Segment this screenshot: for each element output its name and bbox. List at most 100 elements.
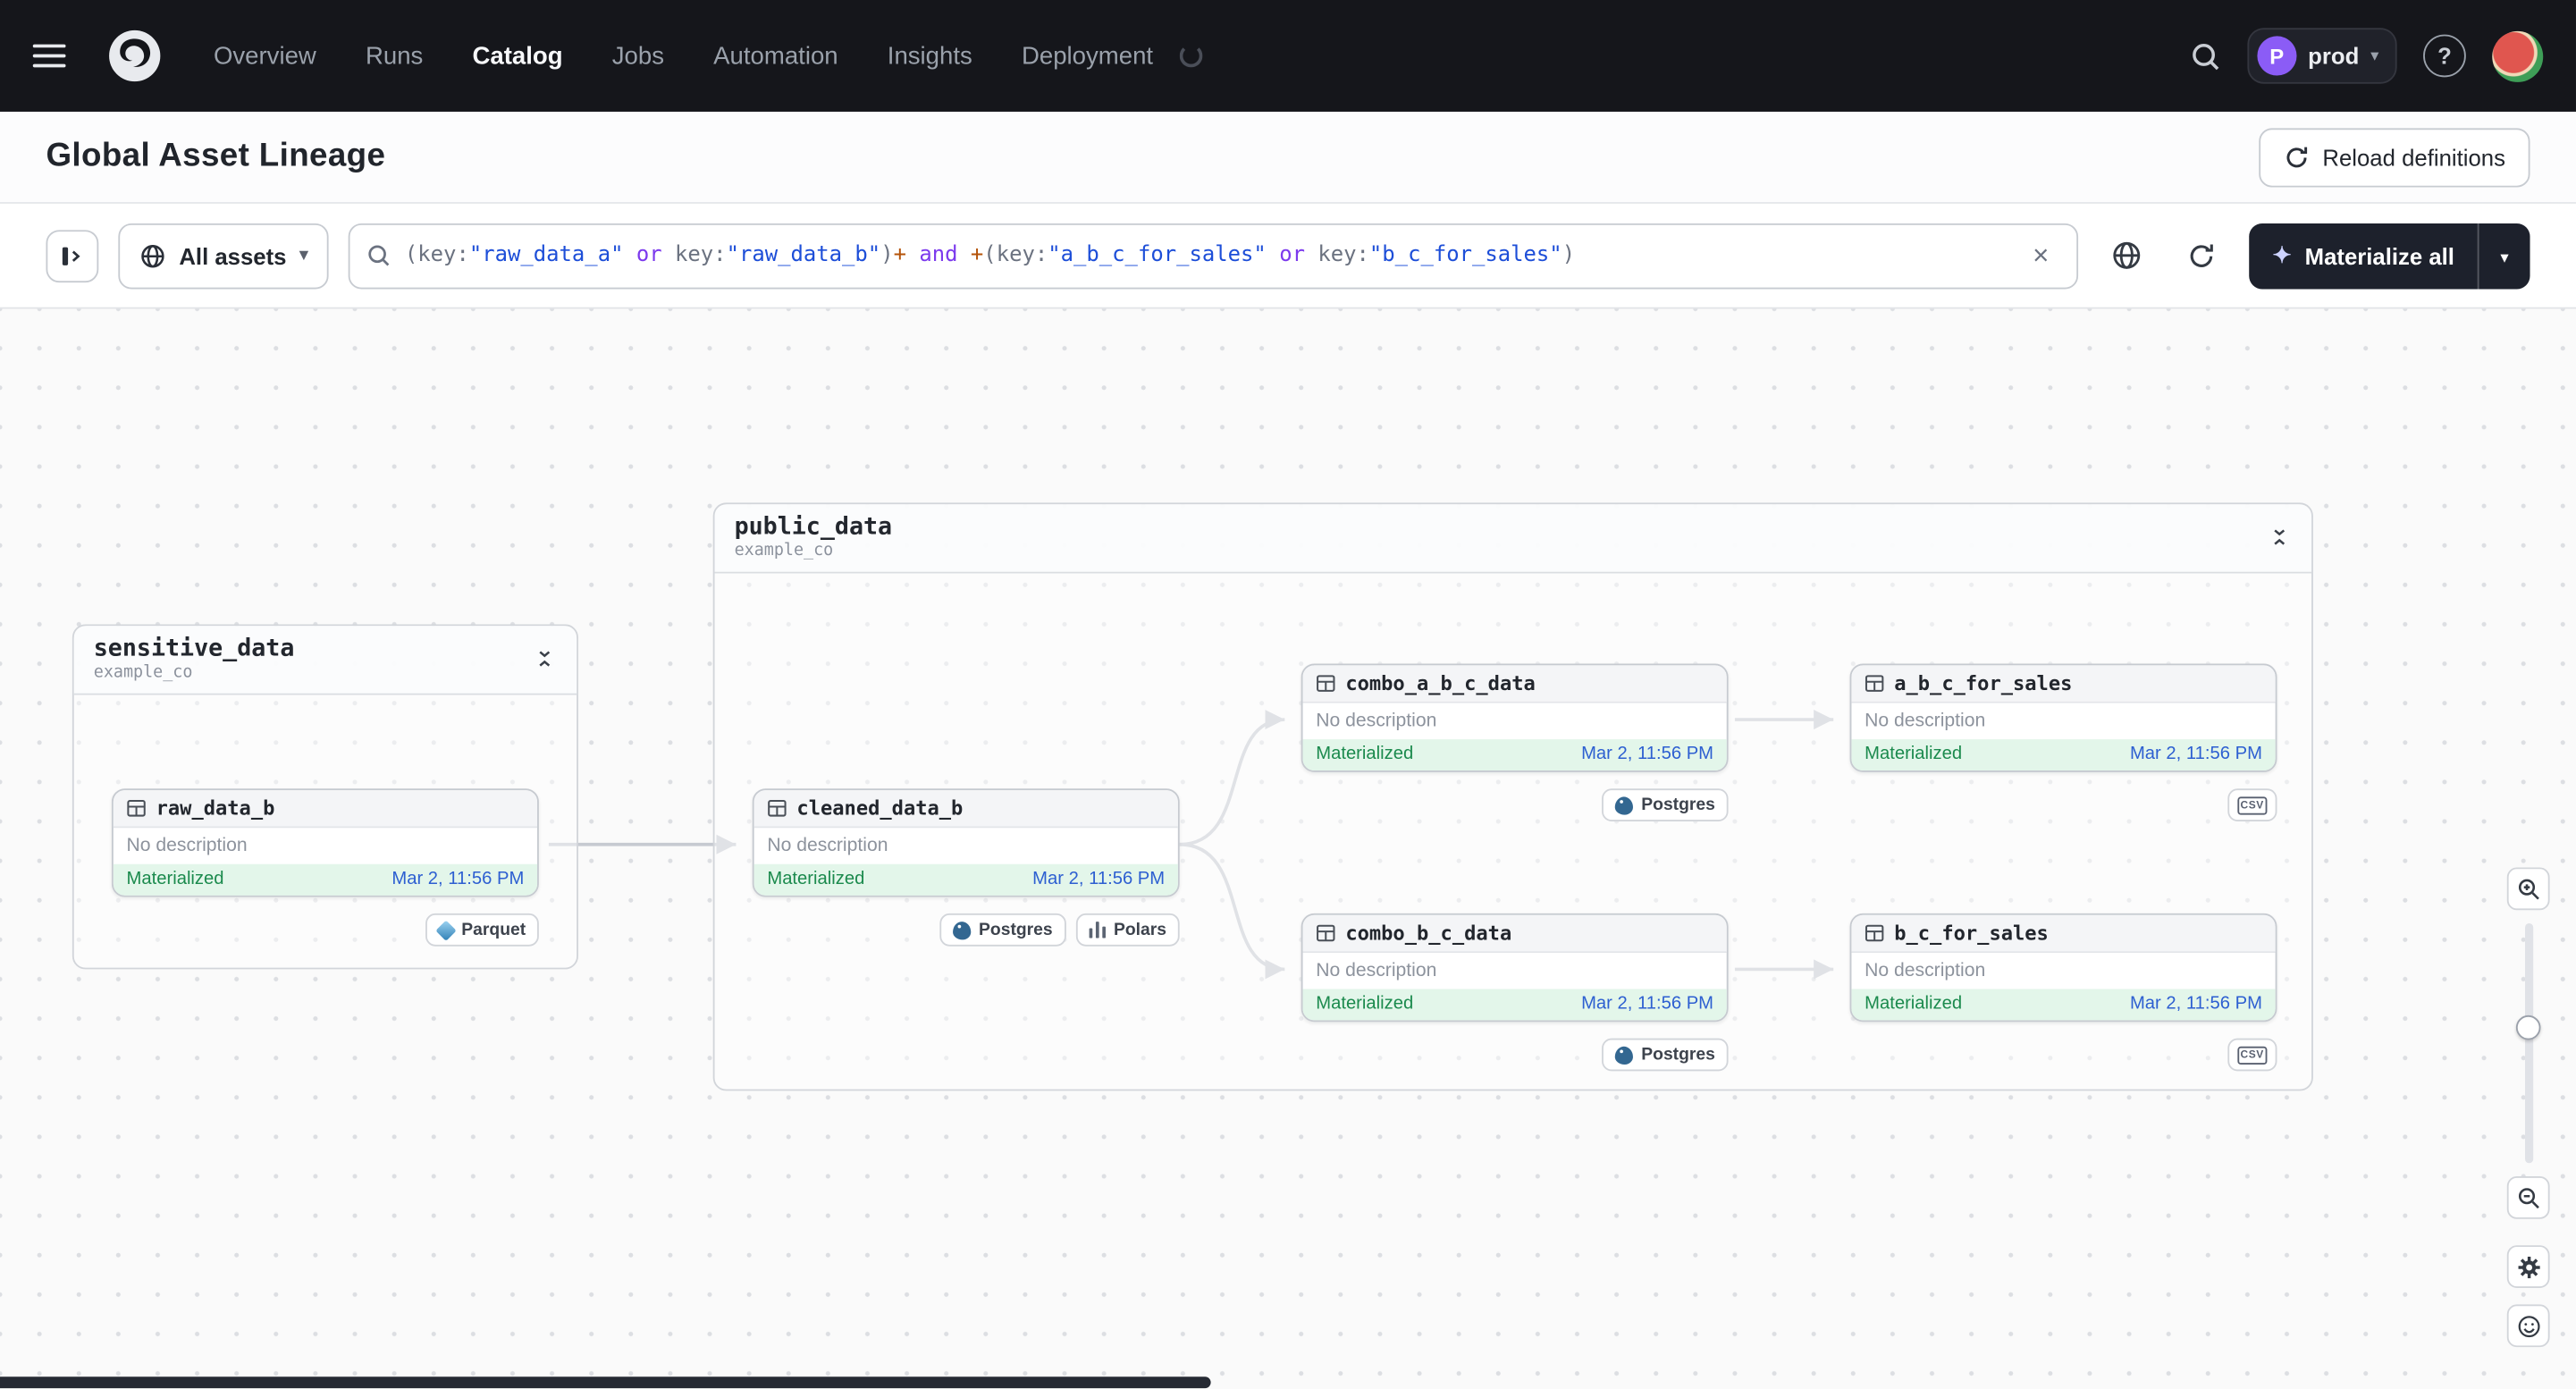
asset-node-header: a_b_c_for_sales (1851, 665, 2276, 703)
graph-view-globe-button[interactable] (2099, 228, 2154, 283)
asset-node-combo_b_c_data[interactable]: combo_b_c_data No description Materializ… (1301, 913, 1729, 1023)
asset-filter-dropdown[interactable]: All assets ▾ (118, 223, 330, 289)
asset-node-combo_a_b_c_data[interactable]: combo_a_b_c_data No description Material… (1301, 663, 1729, 772)
asset-kind-tags: csv (1850, 788, 2277, 821)
deployment-switcher[interactable]: P prod ▾ (2247, 28, 2397, 84)
zoom-slider[interactable] (2515, 922, 2541, 1164)
nav-item-overview[interactable]: Overview (214, 42, 316, 70)
gear-icon (2517, 1256, 2539, 1278)
table-icon (768, 800, 787, 817)
collapse-group-button[interactable] (533, 645, 558, 671)
kind-tag-postgres[interactable]: Postgres (1602, 1038, 1729, 1072)
materialization-timestamp[interactable]: Mar 2, 11:56 PM (2130, 745, 2262, 764)
asset-status-row: Materialized Mar 2, 11:56 PM (1851, 739, 2276, 771)
nav-item-catalog[interactable]: Catalog (473, 42, 563, 70)
zoom-in-button[interactable] (2506, 867, 2550, 911)
nav-item-jobs[interactable]: Jobs (612, 42, 664, 70)
query-token: key: (996, 243, 1048, 268)
clear-selection-button[interactable]: × (2021, 239, 2060, 272)
query-token: key: (417, 243, 469, 268)
collapse-icon (2274, 529, 2286, 545)
kind-tag-label: Postgres (1641, 1044, 1715, 1065)
open-asset-panel-button[interactable] (46, 229, 99, 282)
search-button[interactable] (2190, 40, 2221, 72)
kind-tag-csv[interactable]: csv (2227, 1038, 2277, 1072)
dagster-logo[interactable] (105, 26, 164, 85)
zoom-slider-knob[interactable] (2515, 1014, 2541, 1040)
query-token: + (970, 243, 984, 268)
parquet-icon (435, 919, 457, 941)
table-icon (1865, 924, 1884, 942)
asset-node-a_b_c_for_sales[interactable]: a_b_c_for_sales No description Materiali… (1849, 663, 2277, 772)
table-icon (1317, 675, 1335, 692)
nav-item-runs[interactable]: Runs (366, 42, 423, 70)
graph-settings-button[interactable] (2506, 1245, 2550, 1288)
nav-item-automation[interactable]: Automation (713, 42, 838, 70)
horizontal-scrollbar-thumb[interactable] (0, 1376, 1211, 1388)
materialization-timestamp[interactable]: Mar 2, 11:56 PM (1581, 994, 1713, 1014)
globe-icon (141, 244, 164, 267)
collapse-icon (539, 651, 551, 667)
navbar-right: P prod ▾ ? (2190, 28, 2544, 84)
kind-tag-parquet[interactable]: Parquet (425, 913, 539, 947)
polars-bar (1101, 925, 1106, 939)
table-icon (127, 800, 146, 817)
top-navbar: Overview Runs Catalog Jobs Automation In… (0, 0, 2576, 112)
reload-definitions-button[interactable]: Reload definitions (2258, 127, 2530, 187)
asset-name: raw_data_b (156, 796, 275, 821)
lineage-canvas[interactable]: sensitive_data example_co public_data ex… (0, 308, 2576, 1389)
primary-nav: Overview Runs Catalog Jobs Automation In… (214, 42, 1153, 70)
polars-icon (1089, 922, 1106, 939)
kind-tag-csv[interactable]: csv (2227, 788, 2277, 821)
reload-definitions-label: Reload definitions (2322, 143, 2505, 171)
nav-item-insights[interactable]: Insights (888, 42, 972, 70)
materialize-all-label: Materialize all (2304, 242, 2454, 269)
materialized-status: Materialized (1865, 993, 1963, 1014)
materialized-status: Materialized (126, 869, 224, 889)
smiley-face-icon (2517, 1315, 2539, 1337)
help-button[interactable]: ? (2423, 34, 2466, 78)
kind-tag-label: Parquet (461, 920, 526, 940)
asset-selection-input[interactable]: (key:"raw_data_a" or key:"raw_data_b")+ … (405, 243, 2008, 268)
query-token: "raw_data_b" (726, 243, 881, 268)
materialize-options-caret-button[interactable]: ▾ (2477, 223, 2530, 289)
globe-icon (2112, 241, 2140, 269)
query-token: or (623, 243, 676, 268)
zoom-out-icon (2518, 1187, 2538, 1208)
chevron-down-icon: ▾ (2370, 46, 2379, 65)
zoom-out-button[interactable] (2506, 1176, 2550, 1219)
kind-tag-label: Postgres (1641, 795, 1715, 815)
asset-name: combo_b_c_data (1345, 922, 1512, 945)
kind-tag-polars[interactable]: Polars (1075, 913, 1180, 947)
user-avatar[interactable] (2492, 30, 2544, 81)
kind-tag-postgres[interactable]: Postgres (939, 913, 1066, 947)
refresh-button[interactable] (2174, 228, 2229, 283)
asset-node-raw_data_b[interactable]: raw_data_b No description Materialized M… (111, 788, 539, 897)
collapse-group-button[interactable] (2267, 524, 2292, 550)
feedback-button[interactable] (2506, 1304, 2550, 1348)
query-token: and (905, 243, 971, 268)
sparkle-icon: ✦ (2272, 241, 2292, 268)
asset-name: b_c_for_sales (1894, 922, 2049, 945)
hamburger-menu-button[interactable] (32, 31, 82, 80)
materialization-timestamp[interactable]: Mar 2, 11:56 PM (1581, 745, 1713, 764)
asset-node-cleaned_data_b[interactable]: cleaned_data_b No description Materializ… (752, 788, 1180, 897)
materialized-status: Materialized (1865, 744, 1963, 764)
asset-name: combo_a_b_c_data (1345, 671, 1536, 695)
refresh-icon (2191, 243, 2214, 266)
nav-item-deployment[interactable]: Deployment (1022, 42, 1153, 70)
polars-bar (1095, 922, 1099, 939)
asset-name: a_b_c_for_sales (1894, 671, 2073, 695)
materialization-timestamp[interactable]: Mar 2, 11:56 PM (2130, 994, 2262, 1014)
materialize-all-button[interactable]: ✦ Materialize all (2250, 223, 2478, 289)
asset-node-header: cleaned_data_b (753, 790, 1178, 829)
asset-node-b_c_for_sales[interactable]: b_c_for_sales No description Materialize… (1849, 913, 2277, 1023)
materialized-status: Materialized (1316, 744, 1414, 764)
query-token: key: (675, 243, 727, 268)
materialization-timestamp[interactable]: Mar 2, 11:56 PM (1032, 869, 1165, 888)
asset-node-header: b_c_for_sales (1851, 914, 2276, 954)
deployment-loading-spinner (1179, 44, 1203, 68)
materialization-timestamp[interactable]: Mar 2, 11:56 PM (391, 869, 524, 888)
kind-tag-postgres[interactable]: Postgres (1602, 788, 1729, 821)
query-token: ( (983, 243, 997, 268)
